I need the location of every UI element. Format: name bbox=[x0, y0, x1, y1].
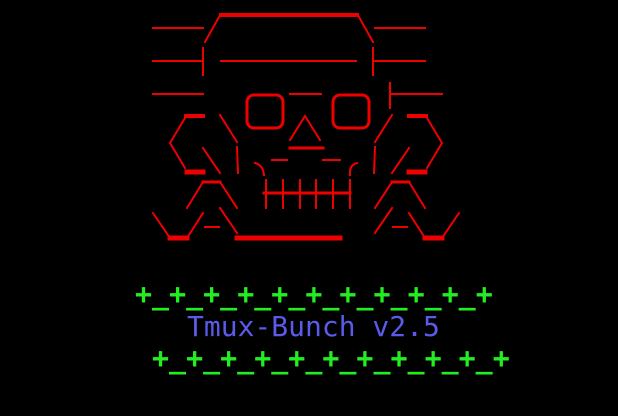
border-bottom: +_+_+_+_+_+_+_+_+_+_+ bbox=[152, 342, 510, 375]
border-top: +_+_+_+_+_+_+_+_+_+_+ bbox=[135, 278, 493, 311]
skull-crossbones-icon bbox=[151, 13, 618, 241]
app-title: Tmux-Bunch v2.5 bbox=[187, 310, 440, 343]
